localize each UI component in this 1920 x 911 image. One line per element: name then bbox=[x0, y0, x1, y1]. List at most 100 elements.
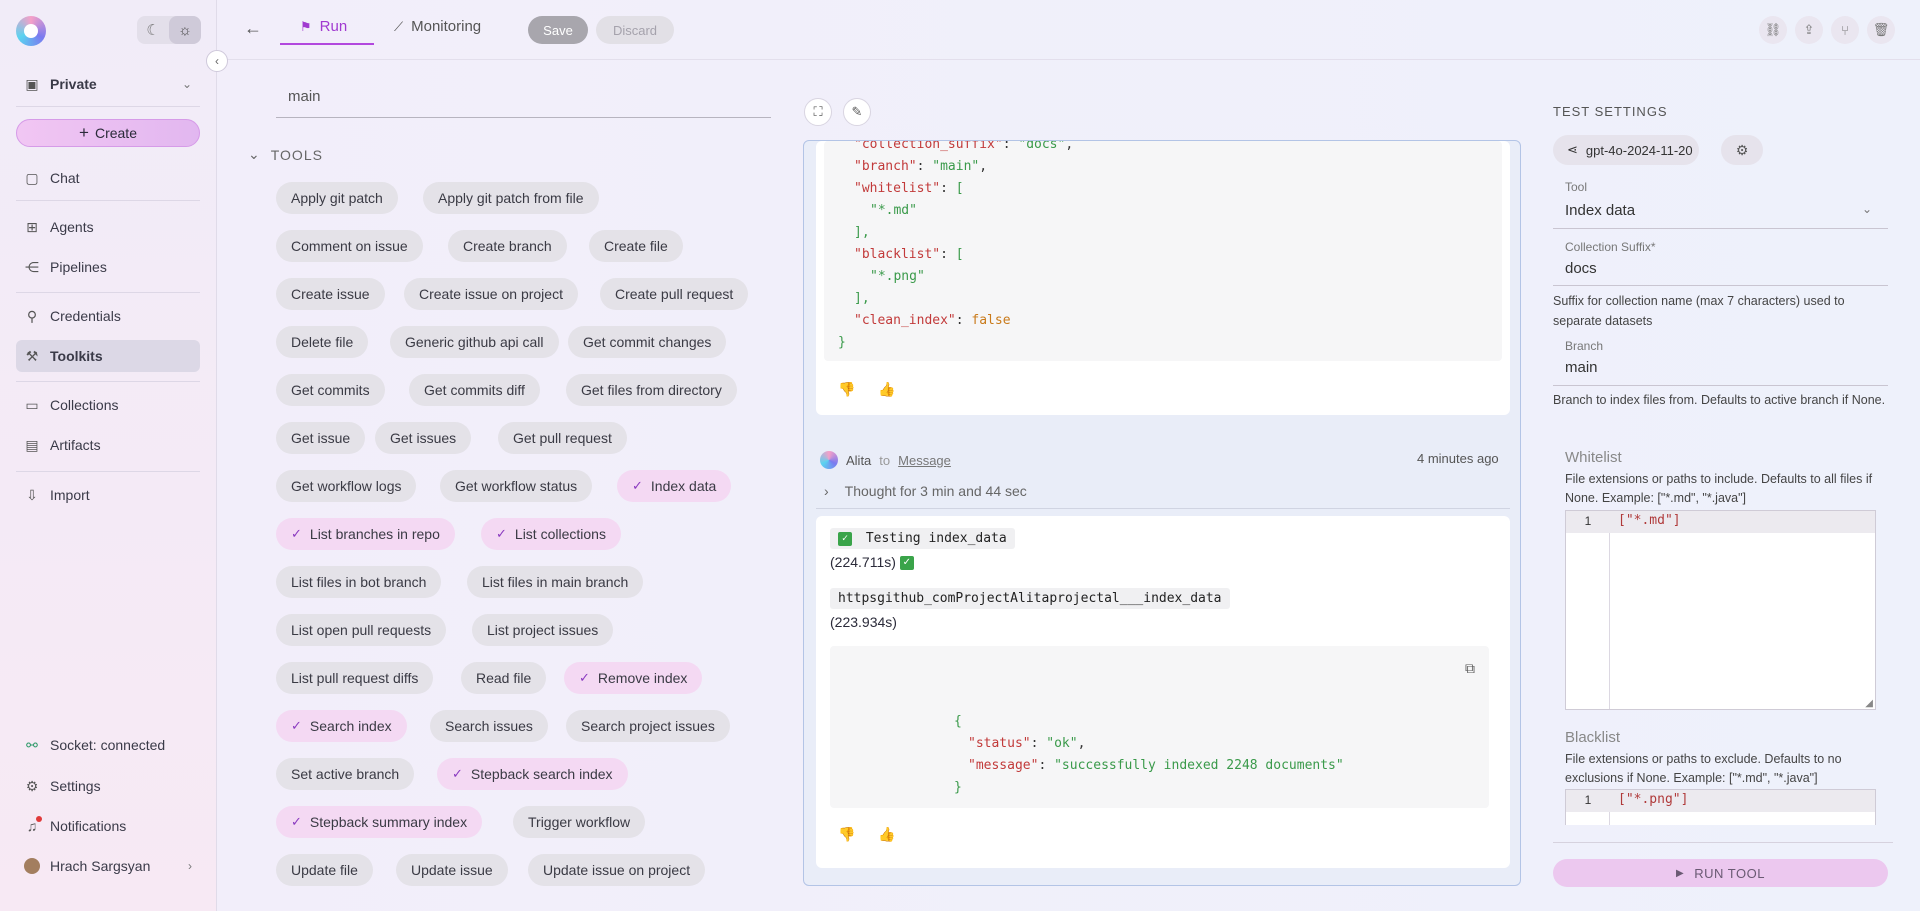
tool-chip[interactable]: Get issues bbox=[375, 422, 472, 454]
blacklist-editor[interactable]: 1 ["*.png"] bbox=[1565, 789, 1876, 825]
tool-chip[interactable]: Get issue bbox=[276, 422, 366, 454]
sidebar-item-toolkits[interactable]: ⚒ Toolkits bbox=[16, 340, 200, 372]
tool-chip[interactable]: Update issue on project bbox=[528, 854, 706, 886]
model-settings-button[interactable]: ⚙ bbox=[1721, 135, 1763, 165]
sun-icon[interactable]: ☼ bbox=[169, 16, 201, 44]
app-logo[interactable] bbox=[16, 16, 46, 46]
sidebar-item-settings[interactable]: ⚙ Settings bbox=[16, 770, 200, 802]
branch-setting-input[interactable]: main bbox=[1565, 359, 1598, 376]
message-sender: Alita to Message bbox=[820, 451, 951, 469]
avatar bbox=[24, 858, 40, 874]
user-name: Hrach Sargsyan bbox=[50, 858, 151, 874]
thought-toggle[interactable]: › Thought for 3 min and 44 sec bbox=[824, 483, 1027, 499]
sidebar-item-chat[interactable]: ▢ Chat bbox=[16, 162, 200, 194]
resize-handle-icon[interactable]: ◢ bbox=[1865, 698, 1873, 709]
tool-select[interactable]: Index data bbox=[1565, 202, 1635, 219]
tool-chip[interactable]: List project issues bbox=[472, 614, 614, 646]
branch-input[interactable]: main bbox=[276, 88, 771, 118]
tool-chip[interactable]: Read file bbox=[461, 662, 547, 694]
sidebar-item-collections[interactable]: ▭ Collections bbox=[16, 389, 200, 421]
tool-chip-label: Create pull request bbox=[615, 286, 734, 302]
theme-toggle[interactable]: ☾ ☼ bbox=[137, 16, 201, 44]
tool-chip[interactable]: Set active branch bbox=[276, 758, 415, 790]
tool-chip[interactable]: Get commit changes bbox=[568, 326, 727, 358]
tool-chip[interactable]: Get commits bbox=[276, 374, 385, 406]
moon-icon[interactable]: ☾ bbox=[137, 16, 169, 44]
user-profile[interactable]: Hrach Sargsyan › bbox=[16, 850, 200, 882]
tool-chip[interactable]: Create issue on project bbox=[404, 278, 578, 310]
tool-chip[interactable]: Update issue bbox=[396, 854, 508, 886]
run-tool-button[interactable]: ▶ RUN TOOL bbox=[1553, 859, 1888, 887]
tool-chip[interactable]: Apply git patch from file bbox=[423, 182, 599, 214]
tool-chip[interactable]: Create pull request bbox=[600, 278, 749, 310]
sidebar-item-credentials[interactable]: ⚲ Credentials bbox=[16, 300, 200, 332]
thumbs-down-icon[interactable]: 👎 bbox=[838, 826, 855, 843]
sidebar-item-notifications[interactable]: ♫ Notifications bbox=[16, 810, 200, 842]
model-selector[interactable]: ⋖ gpt-4o-2024-11-20 bbox=[1553, 135, 1699, 165]
sidebar-item-label: Notifications bbox=[50, 818, 127, 834]
sidebar-item-artifacts[interactable]: ▤ Artifacts bbox=[16, 429, 200, 461]
tool-chip[interactable]: Create issue bbox=[276, 278, 385, 310]
tool-chip[interactable]: List files in main branch bbox=[467, 566, 644, 598]
tool-chip-selected[interactable]: ✓ List branches in repo bbox=[276, 518, 455, 550]
tool-chip[interactable]: Get files from directory bbox=[566, 374, 737, 406]
whitelist-editor[interactable]: 1 ["*.md"] ◢ bbox=[1565, 510, 1876, 710]
blacklist-help: File extensions or paths to exclude. Def… bbox=[1565, 752, 1842, 785]
tool-chip[interactable]: List open pull requests bbox=[276, 614, 447, 646]
tool-chip[interactable]: Get pull request bbox=[498, 422, 627, 454]
create-button[interactable]: + Create bbox=[16, 119, 200, 147]
tool-chip-selected[interactable]: ✓ Search index bbox=[276, 710, 407, 742]
tool-chip[interactable]: List pull request diffs bbox=[276, 662, 434, 694]
trash-icon[interactable]: 🗑 bbox=[1867, 16, 1895, 44]
tool-chip[interactable]: Trigger workflow bbox=[513, 806, 646, 838]
fullscreen-icon[interactable]: ⛶ bbox=[804, 98, 832, 126]
tool-chip[interactable]: List files in bot branch bbox=[276, 566, 442, 598]
tool-chip[interactable]: Create branch bbox=[448, 230, 567, 262]
tool-chip[interactable]: Generic github api call bbox=[390, 326, 559, 358]
sidebar-item-agents[interactable]: ⊞ Agents bbox=[16, 211, 200, 243]
tool-chip[interactable]: Search project issues bbox=[566, 710, 730, 742]
tool-chip[interactable]: Get commits diff bbox=[409, 374, 540, 406]
divider bbox=[16, 200, 200, 201]
thumbs-up-icon[interactable]: 👍 bbox=[878, 826, 895, 843]
sidebar-item-import[interactable]: ⇩ Import bbox=[16, 479, 200, 511]
tool-chip[interactable]: Create file bbox=[589, 230, 683, 262]
tool-chip[interactable]: Apply git patch bbox=[276, 182, 398, 214]
recipient-link[interactable]: Message bbox=[898, 453, 951, 468]
thumbs-up-icon[interactable]: 👍 bbox=[878, 381, 895, 398]
thumbs-down-icon[interactable]: 👎 bbox=[838, 381, 855, 398]
tool-chip[interactable]: Search issues bbox=[430, 710, 548, 742]
link-icon[interactable]: ⛓ bbox=[1759, 16, 1787, 44]
save-button[interactable]: Save bbox=[528, 16, 588, 44]
tab-monitoring[interactable]: ⟋ Monitoring bbox=[394, 18, 481, 35]
tool-chip-selected[interactable]: ✓ List collections bbox=[481, 518, 621, 550]
tool-chip[interactable]: Get workflow logs bbox=[276, 470, 417, 502]
brush-icon[interactable]: ✎ bbox=[843, 98, 871, 126]
tool-chip[interactable]: Update file bbox=[276, 854, 373, 886]
collection-suffix-input[interactable]: docs bbox=[1565, 260, 1597, 277]
tools-section-header[interactable]: ⌄ TOOLS bbox=[248, 146, 323, 163]
tool-chip-selected[interactable]: ✓ Remove index bbox=[564, 662, 703, 694]
export-icon[interactable]: ⇪ bbox=[1795, 16, 1823, 44]
chevron-down-icon[interactable]: ⌄ bbox=[1862, 202, 1872, 216]
fork-icon[interactable]: ⑂ bbox=[1831, 16, 1859, 44]
collapse-sidebar-button[interactable]: ‹ bbox=[206, 50, 228, 72]
tool-chip-selected[interactable]: ✓ Stepback search index bbox=[437, 758, 628, 790]
tool-chip[interactable]: Get workflow status bbox=[440, 470, 593, 502]
back-arrow-icon[interactable]: ← bbox=[244, 18, 262, 39]
divider bbox=[16, 106, 200, 107]
copy-icon[interactable]: ⧉ bbox=[1465, 660, 1475, 677]
tab-run[interactable]: ⚑ Run bbox=[300, 18, 347, 35]
tool-chip-label: Create issue bbox=[291, 286, 370, 302]
sidebar-item-pipelines[interactable]: ⋲ Pipelines bbox=[16, 251, 200, 283]
discard-button[interactable]: Discard bbox=[596, 16, 674, 44]
briefcase-icon: ▣ bbox=[25, 75, 39, 92]
tool-chip-label: List open pull requests bbox=[291, 622, 432, 638]
tool-chip-selected[interactable]: ✓ Stepback summary index bbox=[276, 806, 483, 838]
tool-chip[interactable]: Comment on issue bbox=[276, 230, 423, 262]
tool-chip-selected[interactable]: ✓ Index data bbox=[617, 470, 732, 502]
tool-chip-label: Get issue bbox=[291, 430, 351, 446]
tool-chip-label: Search project issues bbox=[581, 718, 715, 734]
workspace-selector[interactable]: ▣ Private ⌄ bbox=[16, 68, 200, 100]
tool-chip[interactable]: Delete file bbox=[276, 326, 369, 358]
